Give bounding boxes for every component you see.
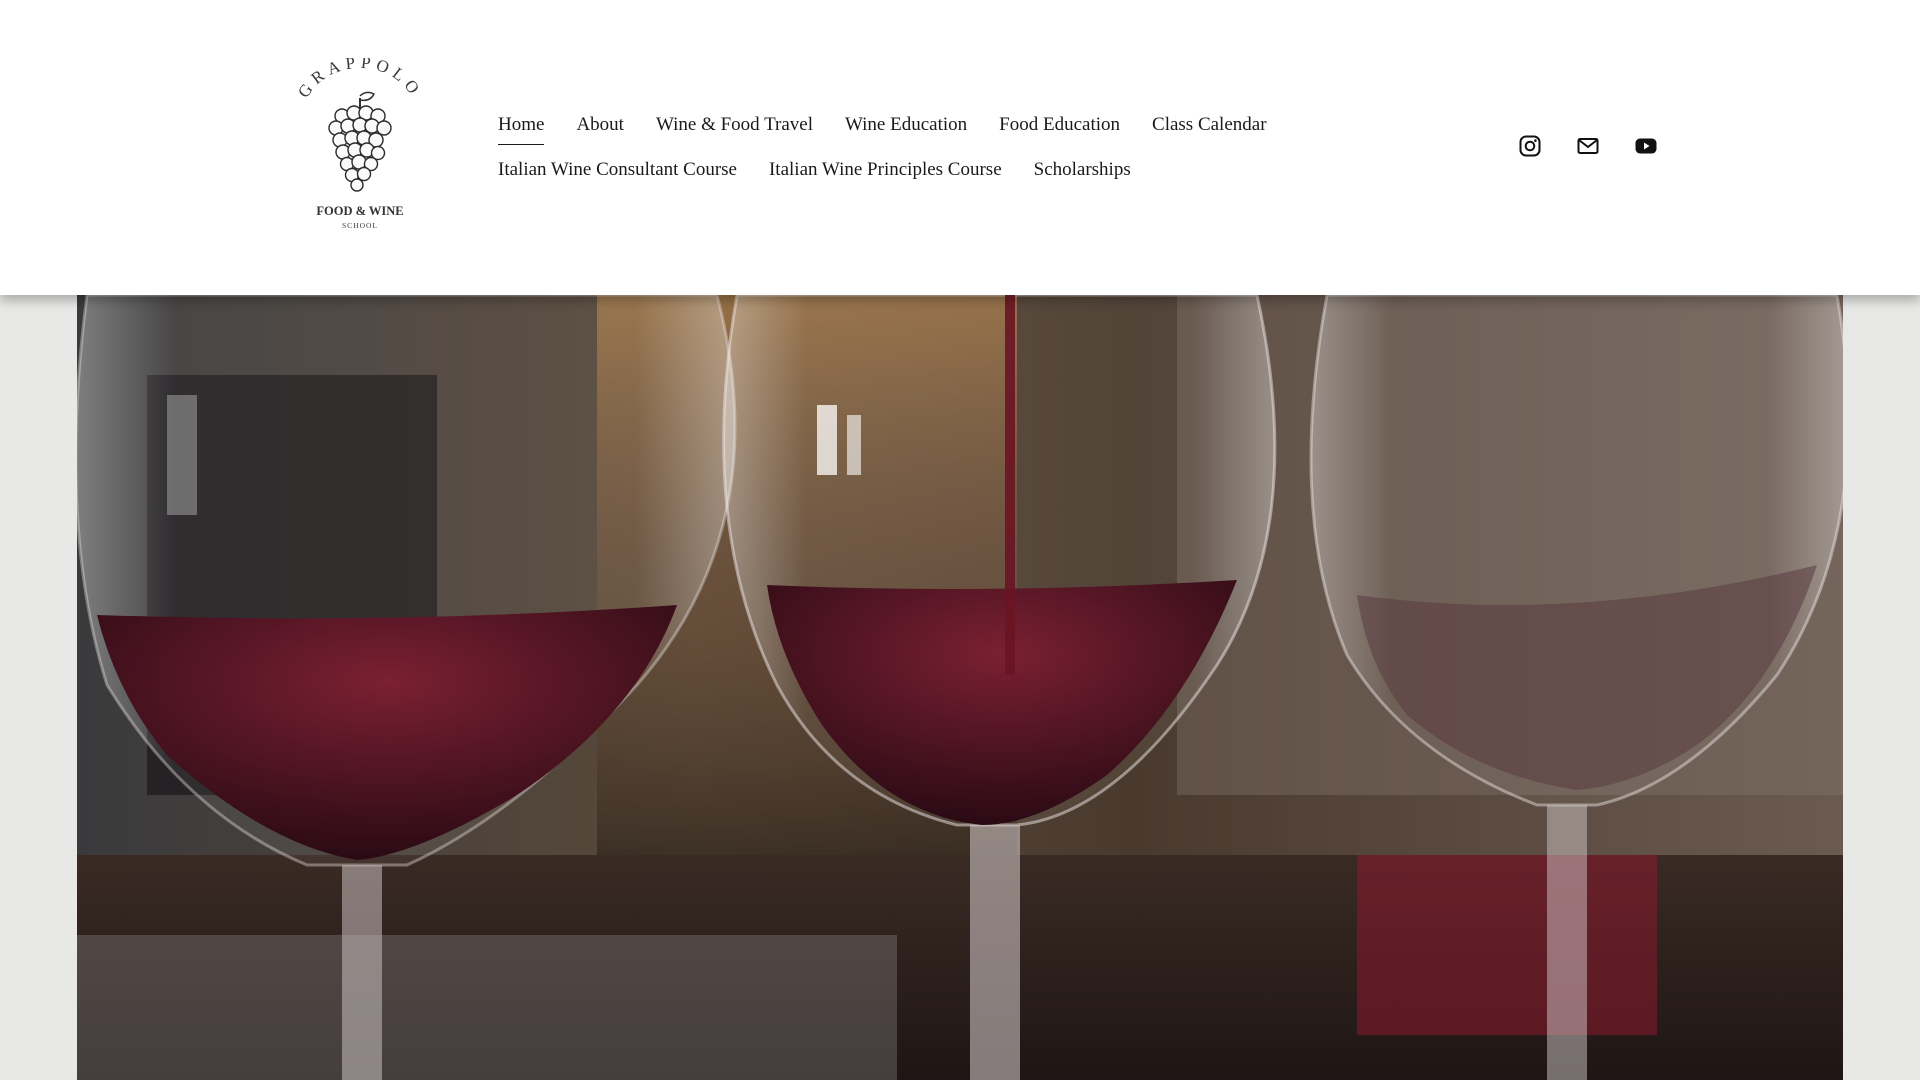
nav-class-calendar[interactable]: Class Calendar xyxy=(1152,112,1267,145)
nav-scholarships[interactable]: Scholarships xyxy=(1034,157,1131,190)
hero-image xyxy=(77,295,1843,1080)
wine-pour-photo xyxy=(77,295,1843,1080)
email-icon[interactable] xyxy=(1576,134,1600,158)
nav-wine-education[interactable]: Wine Education xyxy=(845,112,967,145)
site-header: GRAPPOLO FOOD & WINE SCHOOL Home About W… xyxy=(0,0,1920,295)
nav-wine-food-travel[interactable]: Wine & Food Travel xyxy=(656,112,813,145)
social-links xyxy=(1518,134,1658,158)
youtube-icon[interactable] xyxy=(1634,134,1658,158)
nav-food-education[interactable]: Food Education xyxy=(999,112,1120,145)
logo-line2: SCHOOL xyxy=(342,221,378,230)
nav-italian-wine-principles-course[interactable]: Italian Wine Principles Course xyxy=(769,157,1002,190)
logo-line1: FOOD & WINE xyxy=(316,204,403,218)
logo-arc-text: GRAPPOLO xyxy=(294,58,426,101)
main-navigation: Home About Wine & Food Travel Wine Educa… xyxy=(498,112,1298,190)
nav-about[interactable]: About xyxy=(576,112,624,145)
nav-italian-wine-consultant-course[interactable]: Italian Wine Consultant Course xyxy=(498,157,737,190)
nav-home[interactable]: Home xyxy=(498,112,545,145)
grape-cluster-icon: GRAPPOLO FOOD & WINE SCHOOL xyxy=(294,58,426,230)
site-logo[interactable]: GRAPPOLO FOOD & WINE SCHOOL xyxy=(290,58,430,238)
instagram-icon[interactable] xyxy=(1518,134,1542,158)
nav-row-secondary: Italian Wine Consultant Course Italian W… xyxy=(498,157,1298,190)
nav-row-primary: Home About Wine & Food Travel Wine Educa… xyxy=(498,112,1298,145)
